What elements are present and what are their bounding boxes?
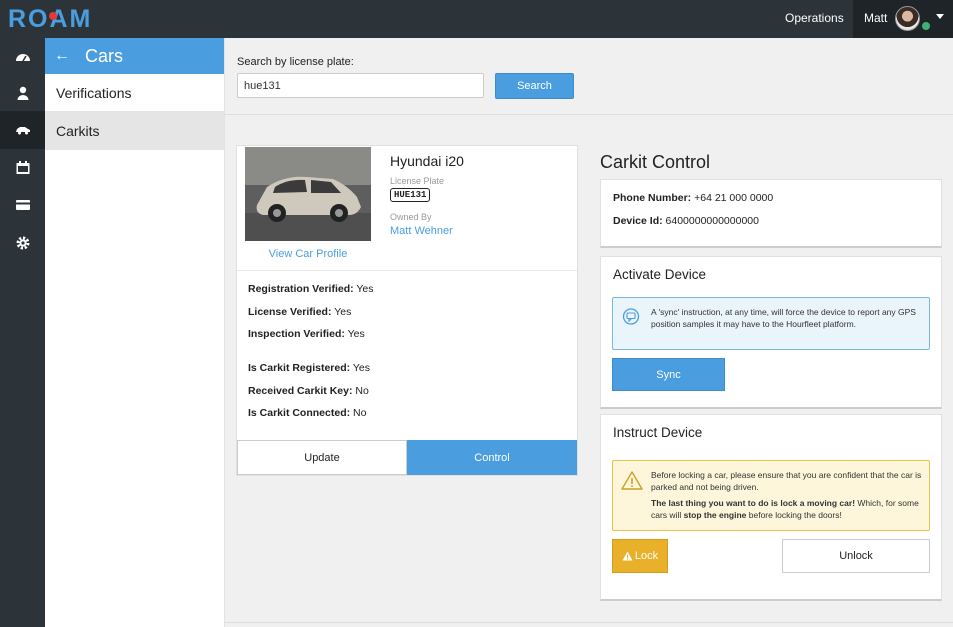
fact-inspection-verified: Inspection Verified: Yes — [248, 328, 365, 340]
fact-license-verified: License Verified: Yes — [248, 306, 352, 318]
rail-item-settings[interactable] — [0, 224, 45, 262]
car-icon — [15, 127, 30, 135]
sync-info-box: A 'sync' instruction, at any time, will … — [612, 297, 930, 350]
card-buttons: Update Control — [237, 440, 577, 475]
icon-rail — [0, 38, 45, 627]
search-section: Search by license plate: Search — [225, 38, 953, 115]
lock-button-label: Lock — [634, 550, 659, 562]
calendar-icon — [16, 161, 29, 174]
user-name: Matt — [864, 11, 888, 25]
dashboard-icon — [15, 54, 30, 62]
search-label: Search by license plate: — [237, 56, 354, 68]
carkit-control-title: Carkit Control — [600, 152, 711, 172]
owned-by-label: Owned By — [390, 212, 432, 222]
bottom-divider — [225, 622, 953, 623]
subnav-item-carkits[interactable]: Carkits — [45, 112, 224, 150]
warning-icon — [621, 471, 643, 490]
license-plate-badge: HUE131 — [390, 188, 431, 202]
subnav-header: ← Cars — [45, 38, 224, 74]
control-button[interactable]: Control — [407, 440, 577, 475]
chevron-down-icon — [936, 14, 944, 19]
logo[interactable]: ROAM — [8, 5, 92, 34]
car-name: Hyundai i20 — [390, 153, 464, 169]
sync-button[interactable]: Sync — [612, 358, 725, 391]
subnav-title: Cars — [85, 45, 124, 66]
warning-icon — [622, 551, 633, 561]
lock-warning-text: Before locking a car, please ensure that… — [651, 470, 922, 520]
owner-link[interactable]: Matt Wehner — [390, 225, 453, 237]
car-card: View Car Profile Hyundai i20 License Pla… — [236, 145, 578, 476]
view-car-profile-link[interactable]: View Car Profile — [237, 248, 379, 260]
lock-button[interactable]: Lock — [612, 539, 668, 573]
device-id: Device Id: 6400000000000000 — [613, 215, 759, 227]
license-plate-search-input[interactable] — [237, 73, 484, 98]
license-plate-label: License Plate — [390, 176, 445, 186]
update-button[interactable]: Update — [237, 440, 407, 475]
fact-received-carkit-key: Received Carkit Key: No — [248, 385, 369, 397]
fact-registration-verified: Registration Verified: Yes — [248, 283, 374, 295]
lock-warning-box: Before locking a car, please ensure that… — [612, 460, 930, 531]
instruct-device-title: Instruct Device — [613, 425, 703, 440]
search-button[interactable]: Search — [495, 73, 574, 99]
logo-dot — [49, 12, 57, 20]
car-photo[interactable] — [245, 147, 371, 241]
subnav-item-verifications[interactable]: Verifications — [45, 74, 224, 112]
user-icon — [17, 86, 28, 100]
activate-device-title: Activate Device — [613, 267, 707, 282]
operations-link[interactable]: Operations — [785, 11, 844, 25]
sync-info-text: A 'sync' instruction, at any time, will … — [651, 307, 916, 329]
sub-sidebar: ← Cars Verifications Carkits — [45, 38, 225, 627]
device-info-panel: Phone Number: +64 21 000 0000 Device Id:… — [600, 179, 942, 248]
rail-item-bookings[interactable] — [0, 149, 45, 187]
fact-carkit-connected: Is Carkit Connected: No — [248, 407, 367, 419]
avatar — [895, 6, 920, 31]
activate-device-panel: Activate Device A 'sync' instruction, at… — [600, 256, 942, 409]
rail-item-payments[interactable] — [0, 186, 45, 224]
credit-card-icon — [15, 200, 30, 210]
rail-item-cars[interactable] — [0, 111, 45, 149]
online-status-icon — [921, 21, 931, 31]
rail-item-dashboard[interactable] — [0, 38, 45, 76]
user-menu[interactable]: Matt — [853, 0, 953, 38]
rail-item-users[interactable] — [0, 74, 45, 112]
back-arrow-icon[interactable]: ← — [45, 47, 79, 65]
fact-carkit-registered: Is Carkit Registered: Yes — [248, 362, 370, 374]
unlock-button[interactable]: Unlock — [782, 539, 930, 573]
top-bar: ROAM Operations Matt — [0, 0, 953, 38]
instruct-device-panel: Instruct Device Before locking a car, pl… — [600, 414, 942, 601]
phone-number: Phone Number: +64 21 000 0000 — [613, 192, 774, 204]
card-divider — [237, 270, 577, 271]
gear-icon — [16, 236, 29, 250]
chat-bubble-icon — [622, 308, 640, 325]
